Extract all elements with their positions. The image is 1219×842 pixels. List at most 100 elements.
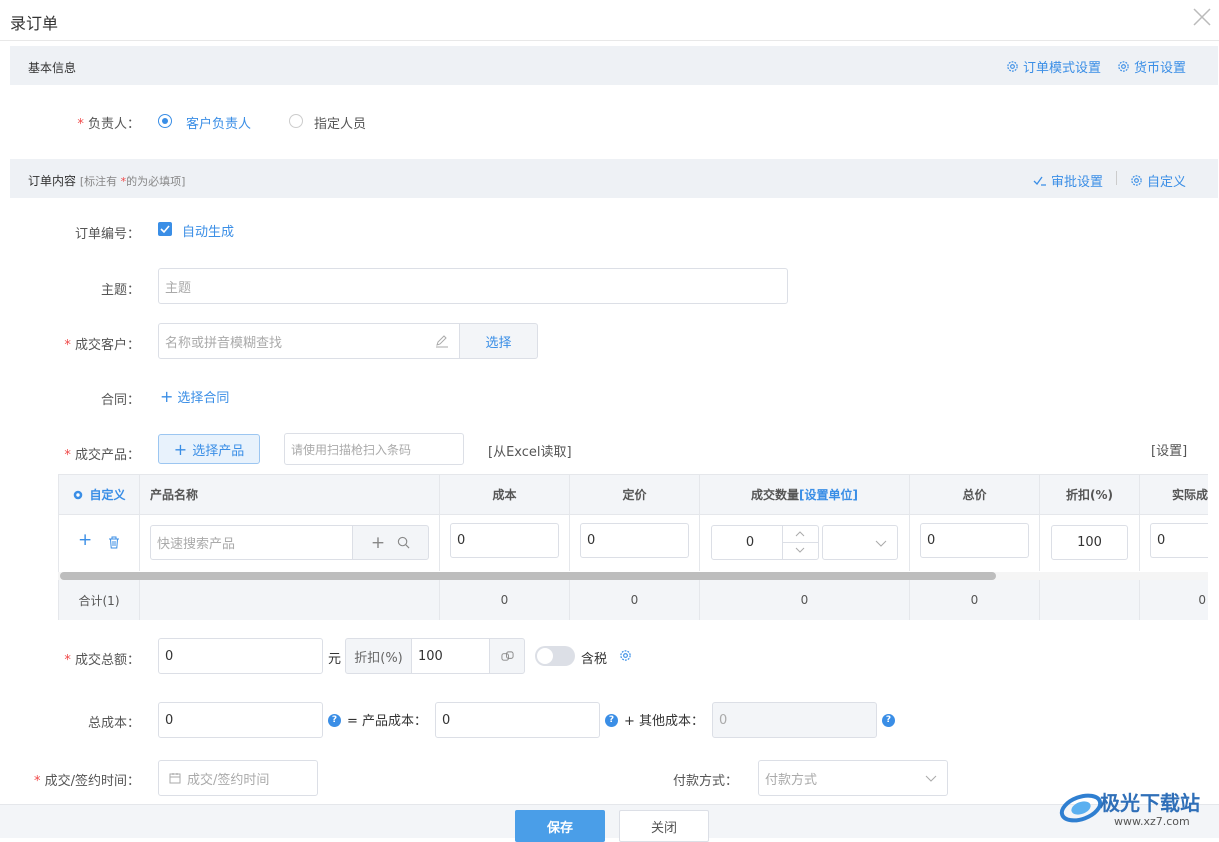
order-content-title: 订单内容 [标注有 *的为必填项] (28, 174, 186, 188)
add-row-icon[interactable]: + (78, 532, 92, 549)
table-cell-quantity: 0 (700, 515, 910, 571)
col-header-discount: 折扣(%) (1040, 475, 1140, 515)
set-unit-link[interactable]: [设置单位] (799, 486, 858, 503)
quantity-stepper-buttons (782, 526, 819, 559)
owner-radio-specified[interactable] (289, 114, 303, 128)
order-no-label: 订单编号： (74, 227, 140, 242)
watermark-text: 极光下载站 (1100, 791, 1200, 815)
customer-search-input[interactable]: 名称或拼音模糊查找 (158, 323, 460, 359)
plus-icon: + (160, 387, 174, 406)
currency-unit: 元 (328, 652, 342, 667)
subject-label: 主题： (100, 283, 140, 298)
table-footer-discount (1040, 580, 1140, 620)
chevron-down-icon[interactable] (795, 547, 805, 554)
unit-select[interactable] (822, 525, 898, 560)
discount-input[interactable]: 100 (1051, 525, 1128, 560)
tax-toggle[interactable] (535, 646, 575, 666)
divider (1116, 171, 1117, 185)
other-cost-label: + 其他成本： (624, 714, 705, 729)
chevron-down-icon (875, 540, 887, 547)
total-amount-label: * 成交总额： (64, 653, 140, 668)
subject-input[interactable]: 主题 (158, 268, 788, 304)
excel-import-link[interactable]: [从Excel读取] (488, 441, 572, 460)
gear-icon[interactable] (619, 649, 632, 662)
auto-generate-label[interactable]: 自动生成 (182, 221, 234, 240)
table-scrollbar-thumb[interactable] (60, 572, 996, 580)
other-cost-input[interactable]: 0 (712, 702, 877, 738)
help-icon[interactable]: ? (882, 714, 895, 727)
barcode-input[interactable]: 请使用扫描枪扫入条码 (284, 433, 464, 465)
help-icon[interactable]: ? (605, 714, 618, 727)
table-cell-actual: 0 (1140, 515, 1208, 571)
cost-input[interactable]: 0 (450, 523, 559, 558)
close-button[interactable]: 关闭 (619, 810, 709, 842)
col-header-price: 定价 (570, 475, 700, 515)
order-mode-settings-label: 订单模式设置 (1023, 61, 1102, 76)
table-footer-actual: 0 (1140, 580, 1208, 620)
table-customize-header[interactable]: 自定义 (58, 475, 140, 515)
select-contract-link[interactable]: + 选择合同 (160, 387, 230, 407)
total-input[interactable]: 0 (920, 523, 1029, 558)
plus-icon[interactable]: + (371, 534, 385, 551)
approval-settings-link[interactable]: 审批设置 (1033, 171, 1103, 190)
table-cell-product: 快速搜索产品 + (140, 515, 440, 571)
customer-label: * 成交客户： (64, 338, 140, 353)
table-cell-cost: 0 (440, 515, 570, 571)
search-icon[interactable] (397, 536, 410, 549)
total-cost-input[interactable]: 0 (158, 702, 323, 738)
toggle-knob (537, 648, 553, 664)
currency-settings-label: 货币设置 (1134, 61, 1187, 76)
currency-settings-link[interactable]: 货币设置 (1117, 57, 1186, 76)
total-amount-input[interactable]: 0 (158, 638, 323, 674)
customer-select-button[interactable]: 选择 (459, 323, 538, 359)
calendar-icon (169, 773, 181, 784)
col-header-quantity: 成交数量 [设置单位] (700, 475, 910, 515)
link-discount-button[interactable] (489, 638, 525, 674)
help-icon[interactable]: ? (328, 714, 341, 727)
col-header-cost: 成本 (440, 475, 570, 515)
col-header-total: 总价 (910, 475, 1040, 515)
select-product-label: 选择产品 (192, 443, 245, 459)
trash-icon[interactable] (108, 536, 120, 549)
save-button[interactable]: 保存 (515, 810, 605, 842)
edit-icon (436, 335, 448, 348)
approval-settings-label: 审批设置 (1051, 175, 1104, 190)
total-discount-input[interactable]: 100 (411, 638, 490, 674)
product-label: * 成交产品： (64, 448, 140, 463)
link-icon (500, 650, 514, 661)
owner-option-customer[interactable]: 客户负责人 (186, 113, 251, 132)
owner-radio-customer[interactable] (158, 114, 172, 128)
order-mode-settings-link[interactable]: 订单模式设置 (1006, 57, 1101, 76)
table-footer-price: 0 (570, 580, 700, 620)
table-settings-link[interactable]: [设置] (1151, 440, 1187, 459)
tax-label: 含税 (581, 652, 608, 667)
total-cost-label: 总成本： (87, 716, 140, 731)
customize-label: 自定义 (1147, 175, 1187, 190)
price-input[interactable]: 0 (580, 523, 689, 558)
order-content-section-header: 订单内容 [标注有 *的为必填项] 审批设置 自定义 (10, 159, 1218, 198)
product-cost-input[interactable]: 0 (435, 702, 600, 738)
deal-time-input[interactable]: 成交/签约时间 (158, 760, 318, 796)
select-product-button[interactable]: + 选择产品 (158, 434, 260, 464)
chevron-up-icon[interactable] (795, 530, 805, 537)
watermark-logo: 极光下载站 www.xz7.com (1058, 783, 1216, 833)
gear-icon (1118, 61, 1129, 72)
select-contract-label: 选择合同 (177, 391, 230, 406)
watermark-url: www.xz7.com (1114, 815, 1190, 828)
actual-input[interactable]: 0 (1150, 523, 1208, 558)
customize-link[interactable]: 自定义 (1130, 171, 1186, 190)
dialog-footer (0, 804, 1219, 838)
auto-generate-checkbox[interactable] (158, 222, 172, 236)
close-icon[interactable] (1191, 6, 1213, 28)
table-footer-quantity: 0 (700, 580, 910, 620)
table-row-actions: + (58, 515, 140, 571)
table-footer-product (140, 580, 440, 620)
product-search-input[interactable]: 快速搜索产品 (150, 525, 353, 560)
payment-select[interactable]: 付款方式 (758, 760, 948, 796)
deal-time-label: * 成交/签约时间： (33, 774, 140, 789)
chevron-down-icon (925, 775, 937, 782)
table-cell-price: 0 (570, 515, 700, 571)
check-icon (160, 225, 170, 234)
owner-option-specified[interactable]: 指定人员 (314, 113, 366, 132)
gear-icon (74, 490, 83, 499)
